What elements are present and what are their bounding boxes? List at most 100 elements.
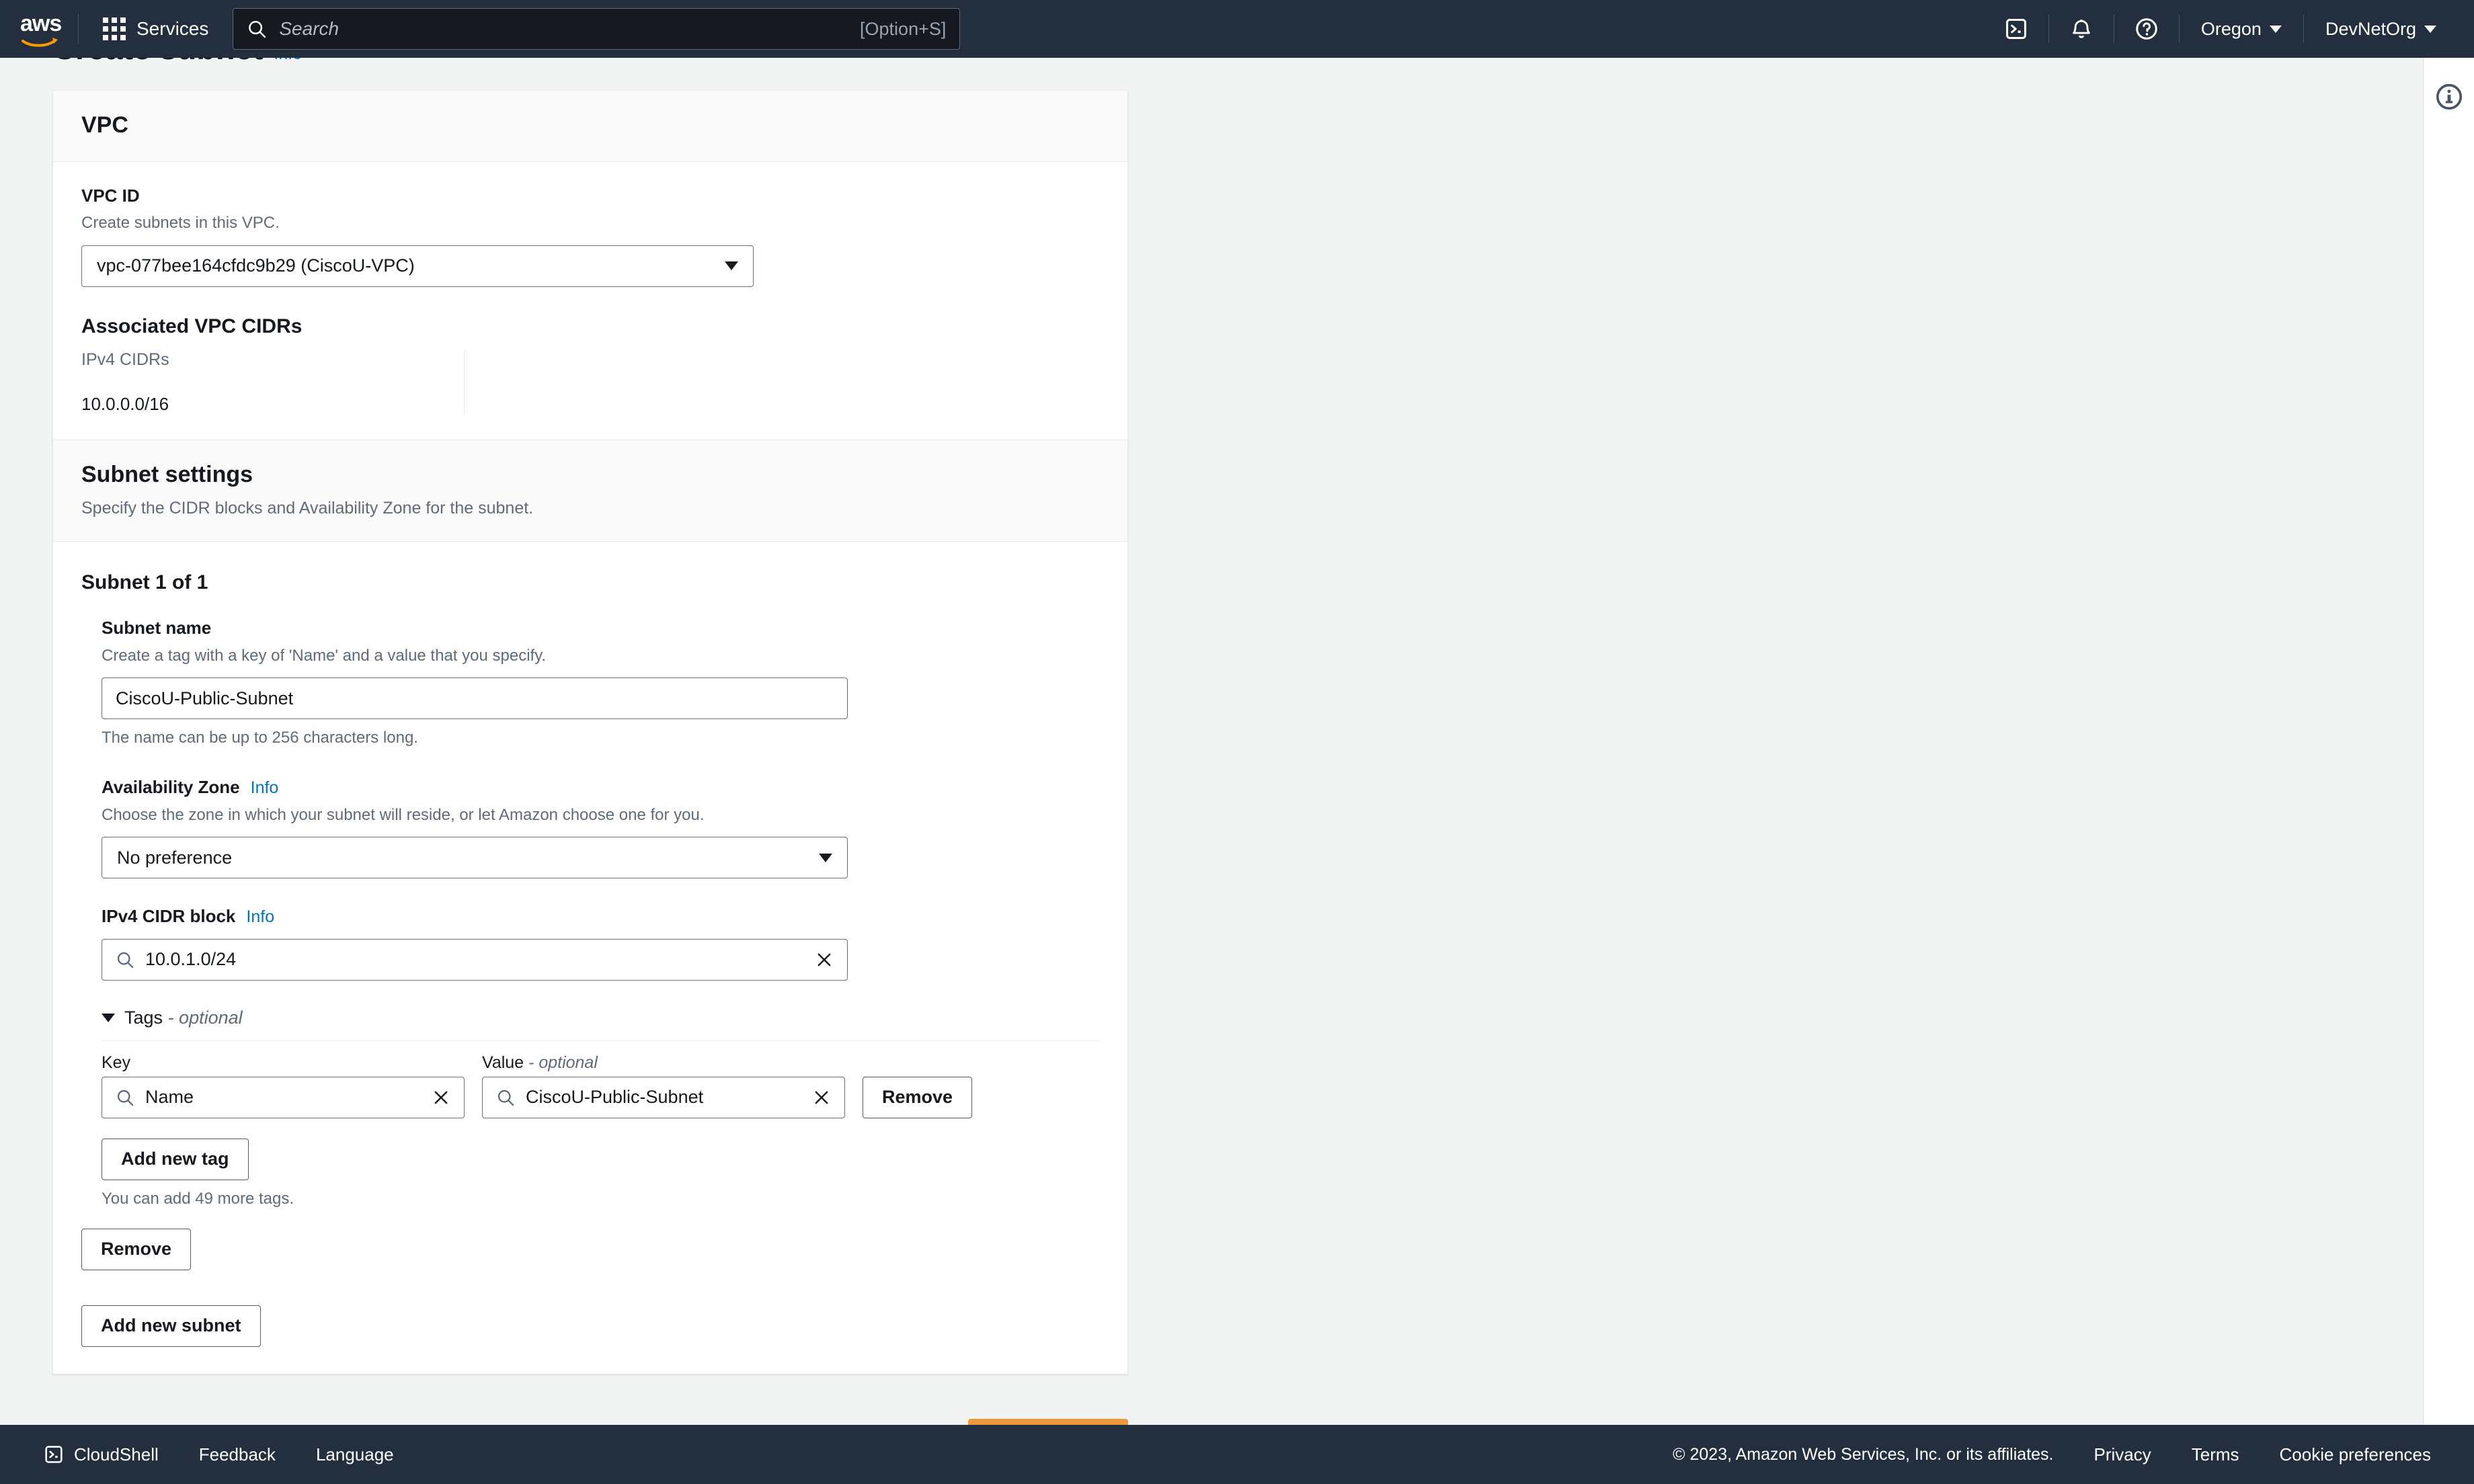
subnet-fields: Subnet name Create a tag with a key of '… (81, 617, 1099, 1208)
tags-section: Tags - optional Key Value - optional Nam… (102, 1007, 1099, 1208)
subnet-index-heading: Subnet 1 of 1 (81, 571, 208, 594)
chevron-down-icon (2424, 25, 2436, 33)
vpc-card-body: VPC ID Create subnets in this VPC. vpc-0… (53, 162, 1127, 442)
tags-header-row: Key Value - optional (102, 1053, 1099, 1074)
search-icon (117, 1089, 134, 1106)
account-label: DevNetOrg (2325, 18, 2416, 39)
nav-separator (2303, 15, 2304, 43)
ipv4-cidr-value: 10.0.1.0/24 (145, 949, 237, 970)
cidr-column-value: 10.0.0.0/16 (81, 393, 169, 414)
tag-key-input[interactable]: Name (102, 1076, 465, 1118)
footer-cloudshell-button[interactable]: CloudShell (23, 1444, 179, 1465)
bell-icon (2073, 19, 2090, 38)
cidr-column-ipv6 (465, 350, 848, 415)
subnet-name-hint: The name can be up to 256 characters lon… (102, 729, 418, 747)
chevron-down-icon (2269, 25, 2282, 33)
footer-terms-link[interactable]: Terms (2171, 1444, 2260, 1465)
region-selector[interactable]: Oregon (2186, 0, 2297, 58)
cancel-button[interactable]: Cancel (853, 1419, 951, 1425)
ipv4-cidr-info-link[interactable]: Info (246, 907, 274, 927)
notifications-button[interactable] (2056, 0, 2107, 58)
availability-zone-selected-value: No preference (117, 847, 233, 868)
top-navigation-bar: aws Services Search [Option+S] Oregon De… (0, 0, 2474, 58)
nav-separator (2178, 15, 2180, 43)
tag-row: Name CiscoU-Public-Subnet Remove (102, 1076, 1099, 1118)
subnet-settings-title: Subnet settings (81, 462, 253, 487)
search-icon (249, 21, 266, 38)
vpc-id-select[interactable]: vpc-077bee164cfdc9b29 (CiscoU-VPC) (81, 245, 754, 287)
associated-cidrs-section: Associated VPC CIDRs IPv4 CIDRs 10.0.0.0… (81, 315, 1099, 415)
cloudshell-icon (2005, 19, 2026, 39)
question-circle-icon (2136, 18, 2157, 40)
close-icon[interactable] (812, 1088, 831, 1107)
vpc-id-label: VPC ID (81, 185, 140, 206)
ipv4-cidr-field: IPv4 CIDR block Info 10.0.1.0/24 (102, 905, 1099, 981)
vpc-card-title: VPC (81, 112, 128, 138)
chevron-down-icon (819, 853, 832, 862)
nav-right-group: Oregon DevNetOrg (1991, 0, 2474, 58)
tag-key-value: Name (145, 1087, 194, 1108)
chevron-down-icon (725, 261, 738, 271)
add-new-subnet-button[interactable]: Add new subnet (81, 1305, 261, 1347)
account-menu[interactable]: DevNetOrg (2311, 0, 2451, 58)
right-side-panel (2423, 58, 2474, 1425)
footer-left-group: CloudShell Feedback Language (0, 1444, 414, 1465)
region-label: Oregon (2200, 18, 2262, 39)
info-circle-icon[interactable] (2434, 82, 2464, 112)
close-icon[interactable] (432, 1088, 450, 1107)
tags-toggle-label: Tags (124, 1007, 163, 1028)
cloudshell-button[interactable] (1991, 0, 2042, 58)
close-icon[interactable] (815, 950, 834, 969)
search-icon (497, 1089, 514, 1106)
vpc-card-header: VPC (53, 91, 1127, 162)
subnet-name-value: CiscoU-Public-Subnet (116, 688, 294, 708)
chevron-down-icon (102, 1013, 115, 1022)
cidr-column-value (465, 364, 828, 374)
vpc-card: VPC VPC ID Create subnets in this VPC. v… (52, 90, 1128, 442)
remove-subnet-button[interactable]: Remove (81, 1228, 192, 1270)
tag-remove-button[interactable]: Remove (863, 1076, 973, 1118)
footer-language-link[interactable]: Language (296, 1444, 414, 1465)
tags-expander-toggle[interactable]: Tags - optional (102, 1007, 1099, 1028)
nav-divider (78, 14, 79, 44)
tag-value-header: Value (482, 1053, 524, 1072)
tag-value-value: CiscoU-Public-Subnet (526, 1087, 704, 1108)
subnet-name-description: Create a tag with a key of 'Name' and a … (102, 647, 547, 665)
availability-zone-select[interactable]: No preference (102, 837, 848, 879)
subnet-settings-subtitle: Specify the CIDR blocks and Availability… (81, 498, 534, 518)
create-subnet-button[interactable]: Create subnet (967, 1419, 1128, 1425)
footer-bar: CloudShell Feedback Language © 2023, Ama… (0, 1425, 2474, 1484)
help-button[interactable] (2121, 0, 2172, 58)
subnet-settings-header: Subnet settings Specify the CIDR blocks … (53, 440, 1127, 542)
aws-wordmark: aws (20, 11, 62, 36)
availability-zone-info-link[interactable]: Info (251, 778, 279, 798)
footer-privacy-link[interactable]: Privacy (2074, 1444, 2171, 1465)
add-new-tag-button[interactable]: Add new tag (102, 1138, 249, 1180)
form-actions: Cancel Create subnet (52, 1419, 1128, 1425)
global-search-input[interactable]: Search [Option+S] (233, 8, 961, 50)
search-icon (117, 952, 134, 968)
main-content: VPC VPC ID Create subnets in this VPC. v… (0, 58, 2422, 1425)
vpc-id-selected-value: vpc-077bee164cfdc9b29 (CiscoU-VPC) (97, 255, 415, 276)
aws-smile-icon (22, 38, 58, 47)
vpc-id-description: Create subnets in this VPC. (81, 214, 280, 233)
availability-zone-description: Choose the zone in which your subnet wil… (102, 805, 705, 824)
subnet-name-label: Subnet name (102, 618, 212, 638)
tag-value-input[interactable]: CiscoU-Public-Subnet (482, 1076, 845, 1118)
footer-copyright: © 2023, Amazon Web Services, Inc. or its… (1673, 1444, 2054, 1464)
cloudshell-icon (45, 1446, 63, 1463)
services-menu-button[interactable]: Services (93, 11, 218, 47)
footer-cookie-preferences-link[interactable]: Cookie preferences (2260, 1444, 2451, 1465)
associated-cidrs-title: Associated VPC CIDRs (81, 315, 303, 337)
footer-cloudshell-label: CloudShell (74, 1444, 159, 1465)
subnet-settings-card: Subnet settings Specify the CIDR blocks … (52, 440, 1128, 1374)
ipv4-cidr-input[interactable]: 10.0.1.0/24 (102, 938, 848, 981)
availability-zone-label: Availability Zone (102, 776, 240, 797)
footer-feedback-link[interactable]: Feedback (179, 1444, 296, 1465)
search-placeholder: Search (279, 18, 340, 39)
aws-logo[interactable]: aws (19, 10, 63, 48)
subnet-settings-body: Subnet 1 of 1 Subnet name Create a tag w… (53, 542, 1127, 1374)
vpc-id-field: VPC ID Create subnets in this VPC. vpc-0… (81, 185, 1099, 287)
associated-cidrs-table: IPv4 CIDRs 10.0.0.0/16 (81, 349, 1099, 415)
subnet-name-input[interactable]: CiscoU-Public-Subnet (102, 677, 848, 720)
